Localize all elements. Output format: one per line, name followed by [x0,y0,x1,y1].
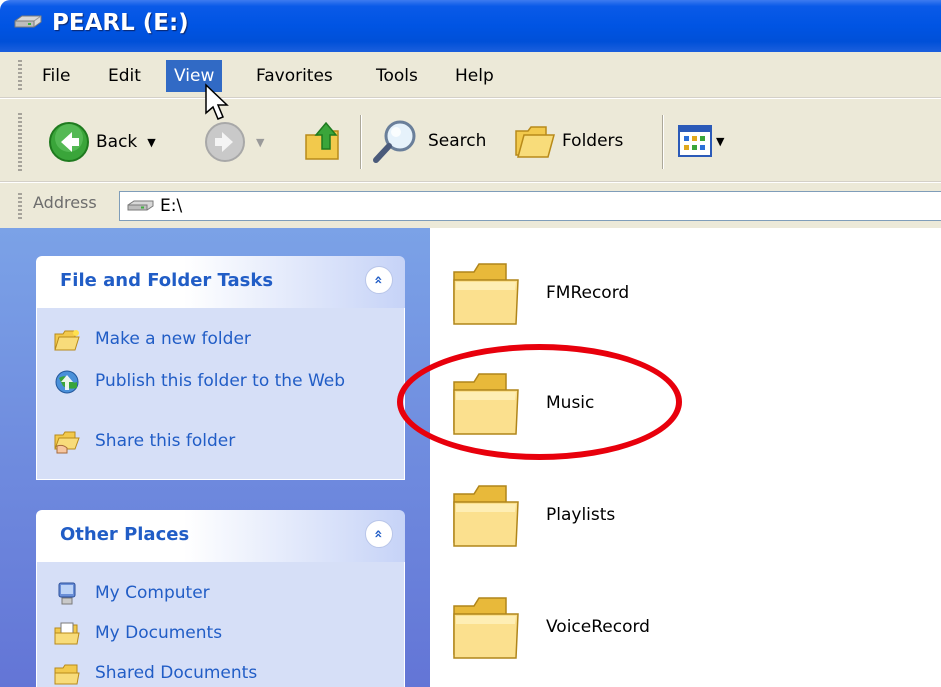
my-documents-link[interactable]: My Documents [53,622,222,646]
back-label: Back [96,132,138,152]
new-folder-icon [54,330,80,351]
folder-name: VoiceRecord [546,617,650,637]
folder-icon [453,263,519,325]
folder-name: Playlists [546,505,616,525]
menu-edit[interactable]: Edit [100,60,149,92]
place-label: Shared Documents [95,663,258,683]
task-pane: File and Folder Tasks » Make a new folde… [0,228,430,687]
up-folder-button[interactable] [302,119,346,163]
panel-body: My Computer My Documents Shared Document… [36,562,405,687]
menu-file[interactable]: File [34,60,78,92]
standard-toolbar: Back ▼ ▼ Search Folders ▼ [0,98,941,182]
drive-icon [127,200,154,211]
task-label: Make a new folder [95,329,251,349]
forward-dropdown-arrow-icon[interactable]: ▼ [256,136,264,149]
drive-icon [14,15,42,28]
folder-item-voicerecord[interactable]: VoiceRecord [450,592,650,662]
file-folder-tasks-panel: File and Folder Tasks » Make a new folde… [36,256,405,480]
panel-title: File and Folder Tasks [60,270,274,291]
menu-tools[interactable]: Tools [368,60,426,92]
address-bar-grip[interactable] [18,193,22,219]
panel-body: Make a new folder Publish this folder to… [36,308,405,480]
my-documents-icon [54,622,80,645]
address-bar: Address E:\ [0,182,941,228]
menu-help[interactable]: Help [447,60,502,92]
share-folder-icon [54,431,80,454]
toolbar-separator [662,115,664,169]
folders-icon [515,126,555,158]
menu-bar: File Edit View Favorites Tools Help [0,52,941,98]
menu-bar-grip[interactable] [18,60,22,90]
folder-icon [453,597,519,659]
address-value: E:\ [160,196,183,216]
annotation-ring [397,344,682,460]
views-grid-icon [678,125,712,157]
search-label: Search [428,131,487,151]
title-bar[interactable]: PEARL (E:) [0,0,941,52]
views-button[interactable]: ▼ [678,125,724,157]
address-label: Address [33,193,97,212]
back-button[interactable]: Back ▼ [48,121,156,163]
folder-item-fmrecord[interactable]: FMRecord [450,258,629,328]
collapse-chevron-icon[interactable]: » [365,520,393,548]
up-folder-icon [305,121,339,160]
task-label: Share this folder [95,431,236,451]
place-label: My Computer [95,583,210,603]
shared-documents-link[interactable]: Shared Documents [53,662,257,686]
views-dropdown-arrow-icon[interactable]: ▼ [716,135,724,148]
search-button[interactable]: Search [370,117,486,165]
forward-button[interactable]: ▼ [204,121,264,163]
share-folder-link[interactable]: Share this folder [53,430,235,454]
address-input[interactable]: E:\ [119,191,941,221]
window-title: PEARL (E:) [52,10,189,36]
make-new-folder-link[interactable]: Make a new folder [53,328,251,352]
toolbar-separator [360,115,362,169]
folders-button[interactable]: Folders [514,121,623,161]
folder-item-playlists[interactable]: Playlists [450,480,615,550]
publish-web-icon [55,370,79,394]
panel-header[interactable]: Other Places » [36,510,405,562]
menu-favorites[interactable]: Favorites [248,60,341,92]
folder-name: FMRecord [546,283,630,303]
other-places-panel: Other Places » My Computer My Documents [36,510,405,687]
panel-title: Other Places [60,524,190,545]
my-computer-icon [58,582,76,605]
place-label: My Documents [95,623,223,643]
my-computer-link[interactable]: My Computer [53,582,210,606]
toolbar-grip[interactable] [18,113,22,171]
publish-folder-web-link[interactable]: Publish this folder to the Web [53,370,353,394]
mouse-cursor-icon [205,83,229,120]
back-dropdown-arrow-icon[interactable]: ▼ [147,136,155,149]
shared-documents-icon [54,664,80,685]
search-magnifier-icon [373,120,416,163]
forward-arrow-icon [205,122,245,162]
folders-label: Folders [562,131,624,151]
back-arrow-icon [49,122,89,162]
collapse-chevron-icon[interactable]: » [365,266,393,294]
folder-icon [453,485,519,547]
panel-header[interactable]: File and Folder Tasks » [36,256,405,308]
task-label: Publish this folder to the Web [95,371,346,391]
